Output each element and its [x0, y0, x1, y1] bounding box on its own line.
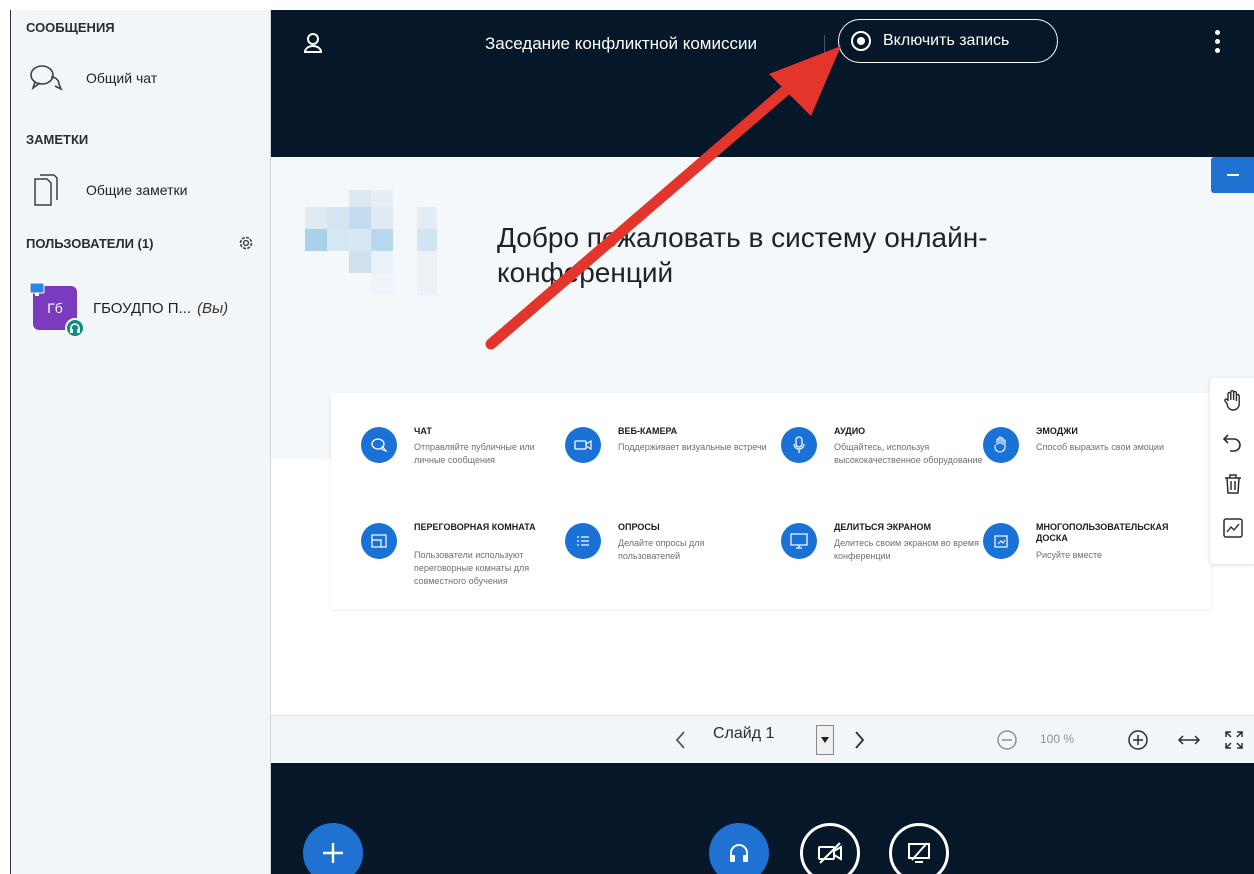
feature-description: Общайтесь, используя высококачественное … — [834, 442, 983, 465]
welcome-heading: Добро пожаловать в систему онлайн-конфер… — [497, 222, 988, 288]
minimize-presentation-button[interactable] — [1211, 157, 1254, 193]
feature-description: Делайте опросы для пользователей — [618, 538, 705, 561]
sidebar-item-label: Общий чат — [86, 70, 158, 86]
monitor-icon — [781, 523, 817, 559]
feature-title: ЧАТ — [414, 426, 432, 436]
slide-selector[interactable]: Слайд 1 — [713, 725, 774, 743]
zoom-level: 100 % — [1040, 732, 1075, 746]
presenter-icon — [29, 282, 45, 298]
sidebar-item-label: Общие заметки — [86, 182, 188, 198]
previous-slide-icon[interactable] — [671, 729, 691, 751]
feature-title: МНОГОПОЛЬЗОВАТЕЛЬСКАЯ ДОСКА — [1036, 522, 1169, 543]
top-bar: Заседание конфликтной комиссии Включить … — [271, 10, 1254, 157]
poll-icon — [565, 523, 601, 559]
avatar: Гб — [29, 282, 85, 338]
avatar-initials: Гб — [47, 300, 63, 316]
more-options-icon[interactable] — [1211, 30, 1223, 56]
user-name: ГБОУДПО П... — [93, 299, 192, 317]
features-panel: ЧАТ Отправляйте публичные или личные соо… — [331, 393, 1211, 609]
chat-bubbles-icon — [21, 58, 71, 98]
users-heading: ПОЛЬЗОВАТЕЛИ (1) — [26, 236, 154, 251]
camera-icon — [565, 427, 601, 463]
user-list-item[interactable]: Гб ГБОУДПО П... (Вы) — [21, 278, 271, 338]
fit-to-width-icon[interactable] — [1177, 729, 1201, 751]
share-webcam-button[interactable] — [800, 823, 860, 874]
sidebar: СООБЩЕНИЯ Общий чат ЗАМЕТКИ Общие заметк… — [11, 10, 271, 874]
feature-title: ЭМОДЖИ — [1036, 426, 1078, 436]
meeting-title: Заседание конфликтной комиссии — [485, 34, 757, 53]
gear-icon[interactable] — [237, 234, 255, 252]
feature-description: Рисуйте вместе — [1036, 550, 1102, 560]
annotation-toolbar — [1210, 378, 1254, 564]
document-icon — [21, 170, 71, 210]
whiteboard-icon — [983, 523, 1019, 559]
feature-title: ОПРОСЫ — [618, 522, 660, 532]
presentation-slide: Добро пожаловать в систему онлайн-конфер… — [271, 157, 1254, 715]
start-recording-button[interactable]: Включить запись — [838, 19, 1058, 63]
feature-description: Пользователи используют переговорные ком… — [414, 550, 530, 586]
fullscreen-icon[interactable] — [1223, 729, 1245, 751]
trash-icon[interactable] — [1220, 471, 1246, 497]
feature-title: ВЕБ-КАМЕРА — [618, 426, 678, 436]
actions-plus-button[interactable] — [303, 823, 363, 874]
headset-icon — [65, 318, 85, 338]
screen-share-off-icon — [908, 842, 930, 863]
raise-hand-icon — [983, 427, 1019, 463]
undo-icon[interactable] — [1220, 429, 1246, 455]
share-screen-button[interactable] — [889, 823, 949, 874]
divider — [824, 35, 825, 57]
user-icon[interactable] — [303, 32, 323, 54]
hand-tool-icon[interactable] — [1220, 388, 1246, 414]
feature-title: АУДИО — [834, 426, 866, 436]
sidebar-item-shared-notes[interactable]: Общие заметки — [21, 170, 261, 210]
chevron-down-icon[interactable] — [816, 725, 834, 755]
messages-heading: СООБЩЕНИЯ — [26, 20, 115, 35]
notes-heading: ЗАМЕТКИ — [26, 132, 89, 147]
chat-icon — [361, 427, 397, 463]
next-slide-icon[interactable] — [849, 729, 869, 751]
camera-off-icon — [818, 842, 842, 864]
slide-controls: Слайд 1 100 % — [271, 715, 1254, 763]
sidebar-item-public-chat[interactable]: Общий чат — [21, 58, 261, 98]
feature-description: Способ выразить свои эмоции — [1036, 442, 1164, 452]
breakout-room-icon — [361, 523, 397, 559]
record-icon — [851, 31, 871, 51]
zoom-in-icon[interactable] — [1127, 729, 1149, 751]
microphone-icon — [781, 427, 817, 463]
plus-icon — [323, 843, 343, 863]
feature-title: ДЕЛИТЬСЯ ЭКРАНОМ — [834, 522, 932, 532]
user-you-label: (Вы) — [197, 299, 229, 317]
feature-description: Делитесь своим экраном во время конферен… — [834, 538, 979, 561]
feature-description: Отправляйте публичные или личные сообщен… — [414, 442, 535, 465]
headphones-icon — [730, 844, 748, 862]
leave-audio-button[interactable] — [709, 823, 769, 874]
action-bar — [271, 763, 1254, 874]
record-label: Включить запись — [883, 32, 1010, 49]
multi-user-whiteboard-icon[interactable] — [1220, 515, 1246, 541]
feature-description: Поддерживает визуальные встречи — [618, 442, 767, 452]
zoom-out-icon[interactable] — [996, 729, 1018, 751]
app-window: СООБЩЕНИЯ Общий чат ЗАМЕТКИ Общие заметк… — [10, 10, 1254, 874]
feature-title: ПЕРЕГОВОРНАЯ КОМНАТА — [414, 522, 536, 532]
